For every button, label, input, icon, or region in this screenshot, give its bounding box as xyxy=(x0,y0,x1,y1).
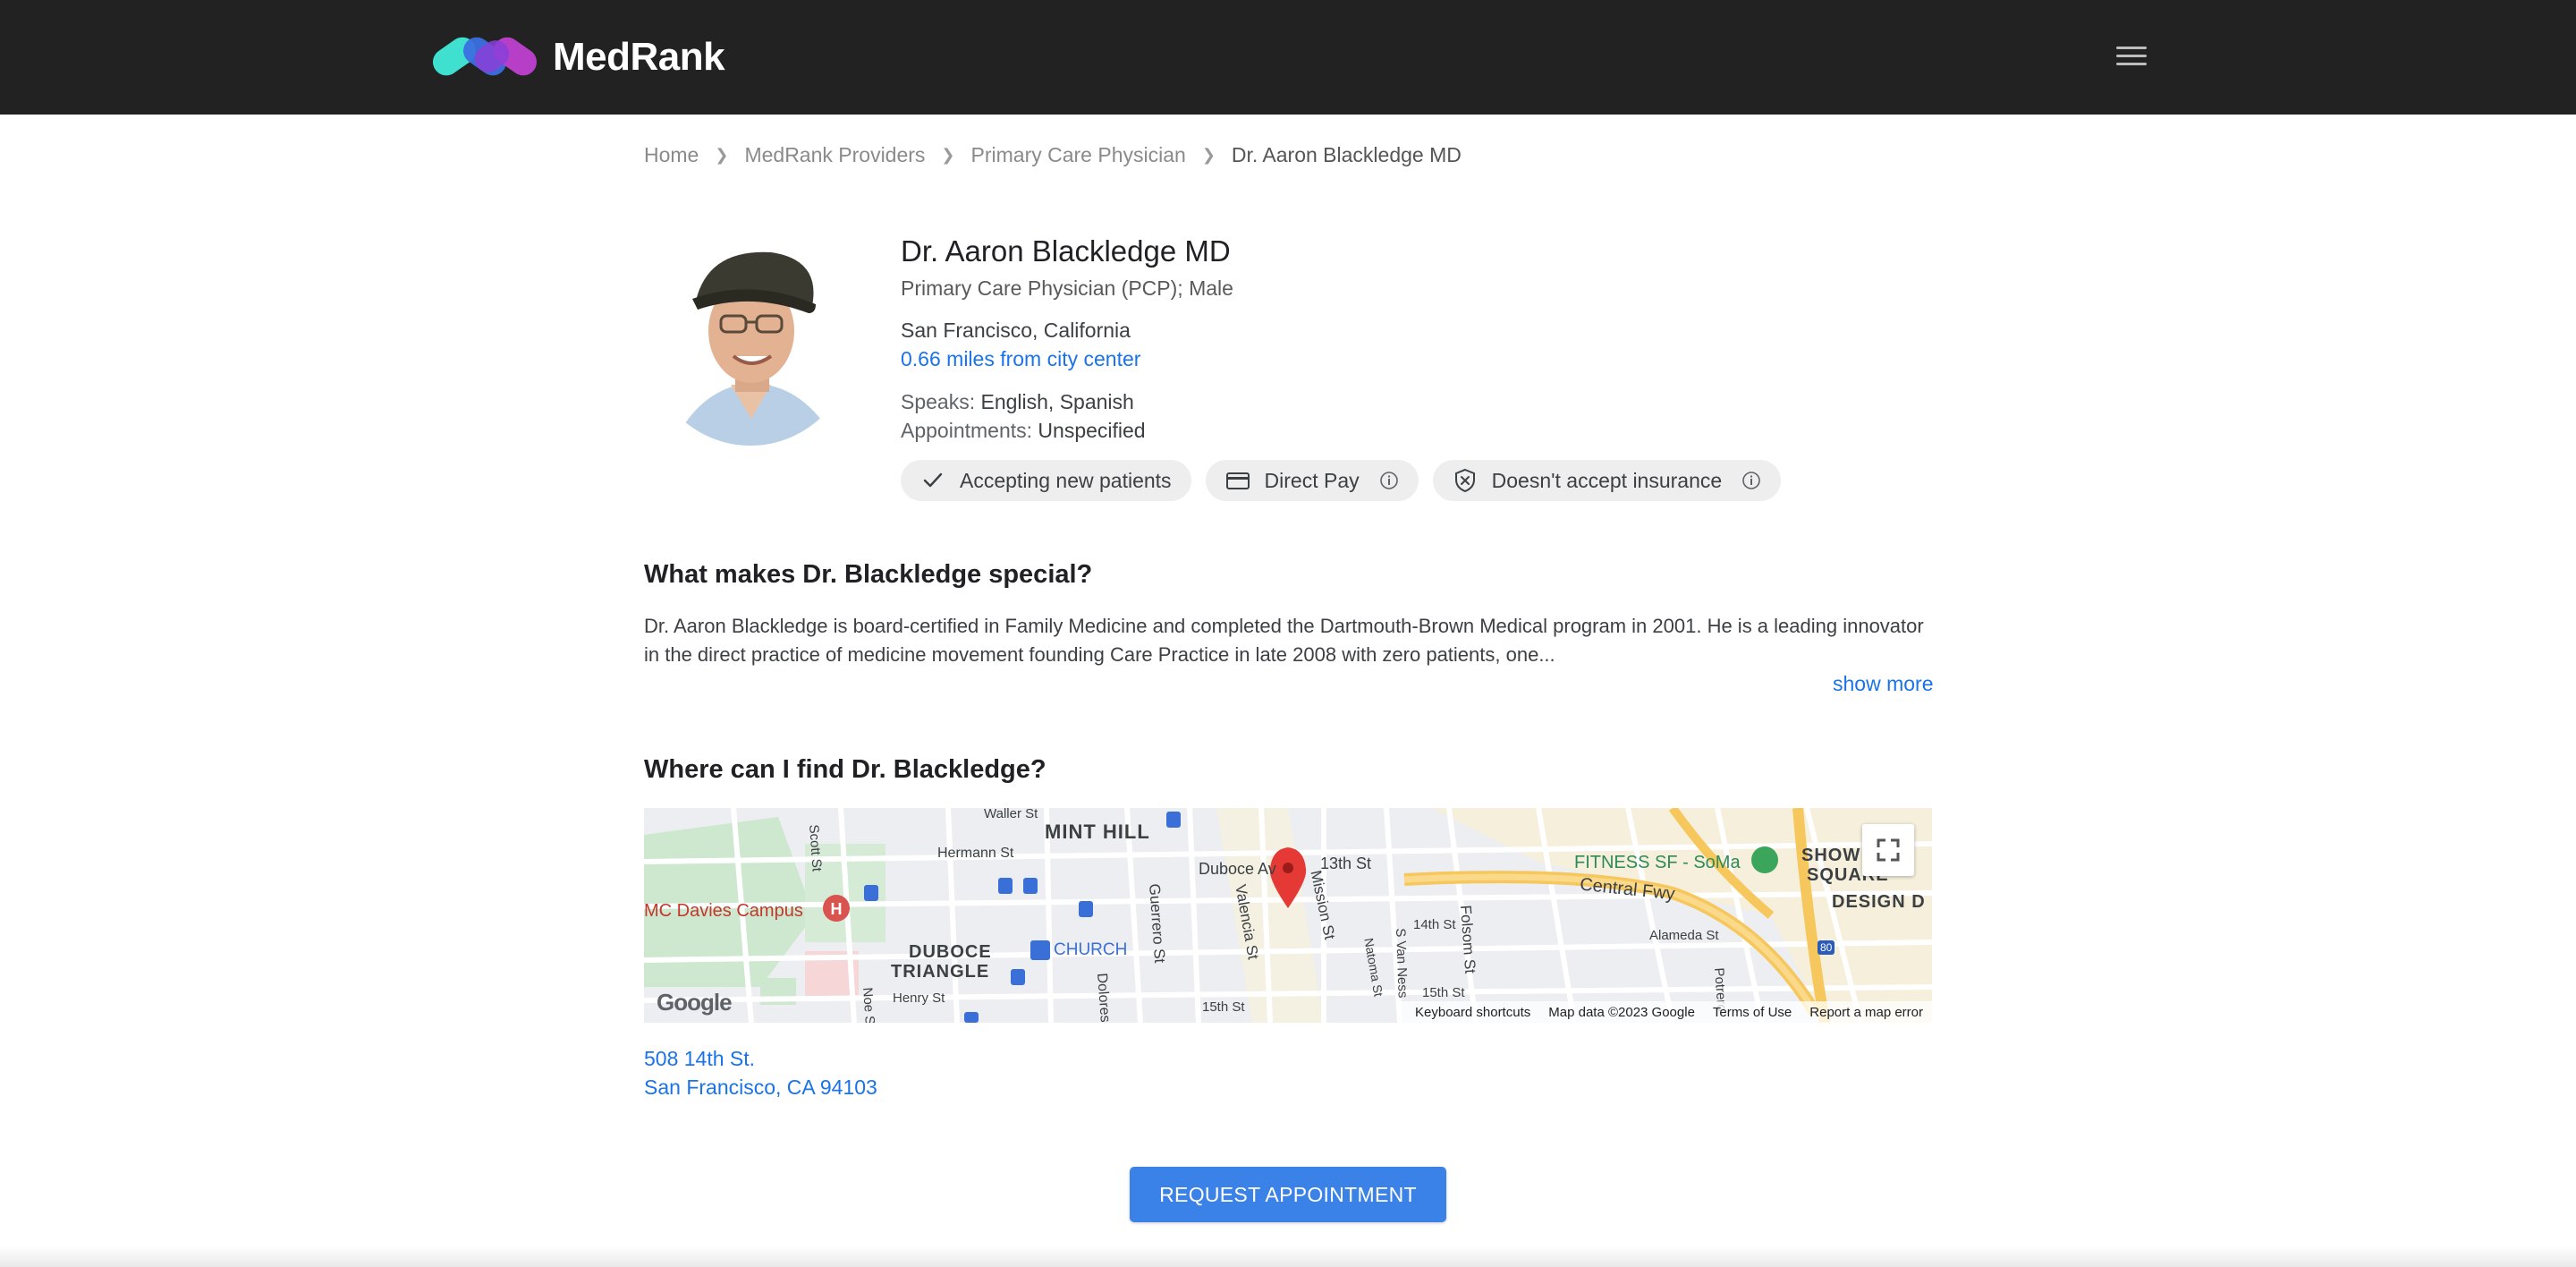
languages-label: Speaks: xyxy=(901,390,976,413)
fullscreen-icon[interactable] xyxy=(1862,824,1914,876)
keyboard-shortcuts-link[interactable]: Keyboard shortcuts xyxy=(1406,1005,1539,1020)
info-icon[interactable] xyxy=(1379,471,1399,490)
appointments: Appointments: Unspecified xyxy=(901,419,1146,443)
map-label-i80: 80 xyxy=(1818,940,1835,955)
shield-x-icon xyxy=(1454,468,1475,493)
distance-link[interactable]: 0.66 miles from city center xyxy=(901,347,1140,371)
breadcrumb: Home ❯ MedRank Providers ❯ Primary Care … xyxy=(644,143,1462,167)
map-label-15th-b: 15th St xyxy=(1422,985,1465,1000)
map-label-show-3: DESIGN D xyxy=(1832,892,1926,912)
google-logo: Google xyxy=(657,989,733,1016)
bottom-bar-shadow xyxy=(0,1246,2576,1267)
map-label-duboce-ave: Duboce Av xyxy=(1199,860,1276,878)
about-text: Dr. Aaron Blackledge is board-certified … xyxy=(644,615,1924,666)
chevron-right-icon: ❯ xyxy=(1201,146,1216,164)
map-label-scott: Scott St xyxy=(806,824,825,872)
location-heading: Where can I find Dr. Blackledge? xyxy=(644,755,1046,784)
brand-logo[interactable]: MedRank xyxy=(428,30,725,84)
breadcrumb-home[interactable]: Home xyxy=(644,143,699,167)
chip-no-insurance: Doesn't accept insurance xyxy=(1432,460,1782,501)
doctor-portrait-icon xyxy=(646,231,855,446)
map-label-hermann: Hermann St xyxy=(937,846,1014,861)
map-label-15th: 15th St xyxy=(1202,999,1245,1015)
location-map[interactable]: H MINT HILL DUBOCE TRIANGLE MC Davies Ca… xyxy=(644,808,1932,1023)
request-appointment-button[interactable]: REQUEST APPOINTMENT xyxy=(1130,1167,1446,1222)
show-more-link[interactable]: show more xyxy=(1833,672,1933,696)
map-label-fitness: FITNESS SF - SoMa xyxy=(1574,853,1741,872)
svg-text:H: H xyxy=(831,900,843,918)
address-line-1[interactable]: 508 14th St. xyxy=(644,1047,755,1071)
map-label-s-van-ness: S Van Ness xyxy=(1393,928,1411,999)
doctor-specialty: Primary Care Physician (PCP); Male xyxy=(901,276,1233,300)
breadcrumb-current: Dr. Aaron Blackledge MD xyxy=(1231,143,1462,166)
appointments-label: Appointments: xyxy=(901,419,1033,442)
terms-of-use-link[interactable]: Terms of Use xyxy=(1704,1005,1801,1020)
check-icon xyxy=(923,472,943,488)
status-chips: Accepting new patients Direct Pay Doesn'… xyxy=(901,460,1782,501)
map-label-alameda: Alameda St xyxy=(1649,928,1719,943)
doctor-location: San Francisco, California xyxy=(901,319,1131,342)
chip-label: Doesn't accept insurance xyxy=(1491,468,1723,492)
languages-value: English, Spanish xyxy=(980,390,1134,413)
map-label-davies: MC Davies Campus xyxy=(644,901,803,921)
top-navigation-bar: MedRank xyxy=(0,0,2576,115)
map-label-duboce-2: TRIANGLE xyxy=(891,962,990,982)
report-map-error-link[interactable]: Report a map error xyxy=(1801,1005,1932,1020)
languages: Speaks: English, Spanish xyxy=(901,390,1134,414)
map-canvas[interactable]: H xyxy=(644,808,1932,1023)
address-line-2[interactable]: San Francisco, CA 94103 xyxy=(644,1076,877,1100)
info-icon[interactable] xyxy=(1741,471,1761,490)
brand-name: MedRank xyxy=(553,35,725,79)
map-data-attribution: Map data ©2023 Google xyxy=(1548,1004,1695,1020)
map-label-13th: 13th St xyxy=(1320,855,1372,872)
map-label-waller: Waller St xyxy=(984,808,1038,821)
map-label-show-1: SHOW xyxy=(1801,846,1861,865)
map-label-mint-hill: MINT HILL xyxy=(1045,821,1150,843)
breadcrumb-specialty[interactable]: Primary Care Physician xyxy=(971,143,1186,167)
breadcrumb-providers[interactable]: MedRank Providers xyxy=(744,143,925,167)
chevron-right-icon: ❯ xyxy=(941,146,955,164)
chip-direct-pay: Direct Pay xyxy=(1205,460,1419,501)
appointments-value: Unspecified xyxy=(1038,419,1146,442)
chip-accepting-patients: Accepting new patients xyxy=(901,460,1191,501)
chip-label: Accepting new patients xyxy=(960,468,1172,492)
map-label-church: CHURCH xyxy=(1054,940,1128,959)
hamburger-menu-icon[interactable] xyxy=(2116,43,2147,70)
doctor-name: Dr. Aaron Blackledge MD xyxy=(901,234,1231,268)
chevron-right-icon: ❯ xyxy=(715,146,729,164)
credit-card-icon xyxy=(1225,472,1250,489)
map-footer: Keyboard shortcuts Map data ©2023 Google… xyxy=(1397,1001,1932,1023)
about-heading: What makes Dr. Blackledge special? xyxy=(644,560,1093,589)
map-label-dolores: Dolores xyxy=(1094,973,1113,1023)
map-label-14th: 14th St xyxy=(1413,917,1456,932)
map-label-henry: Henry St xyxy=(893,991,945,1006)
map-label-noe: Noe St xyxy=(860,987,878,1023)
doctor-avatar xyxy=(646,231,855,446)
chip-label: Direct Pay xyxy=(1264,468,1360,492)
map-label-duboce-1: DUBOCE xyxy=(909,942,992,962)
medrank-logo-icon xyxy=(432,37,538,76)
